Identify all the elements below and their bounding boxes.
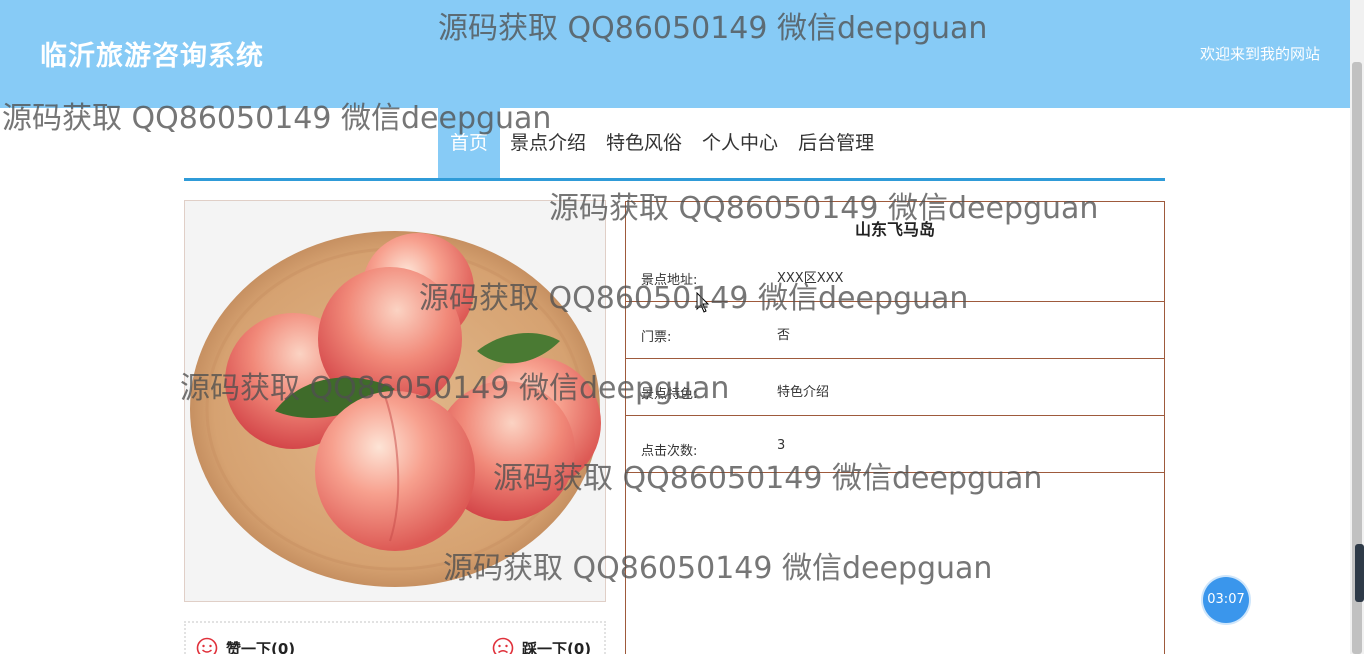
row-value: 3 (777, 438, 786, 453)
peach-plate-image (190, 231, 601, 587)
dislike-label: 踩一下(0) (522, 639, 592, 654)
row-value: XXX区XXX (777, 271, 844, 286)
like-label: 赞一下(0) (226, 639, 296, 654)
mouse-cursor-icon (696, 292, 710, 313)
welcome-text: 欢迎来到我的网站 (1199, 45, 1320, 63)
vote-panel: 赞一下(0) 踩一下(0) (184, 621, 606, 654)
row-label: 点击次数: (641, 444, 698, 459)
like-button[interactable]: 赞一下(0) (196, 637, 295, 654)
row-label: 门票: (641, 330, 672, 345)
row-value: 否 (777, 328, 791, 343)
timer-badge[interactable]: 03:07 (1203, 577, 1249, 623)
info-row-feature: 景点特色: 特色介绍 (625, 359, 1165, 416)
attraction-image (184, 200, 606, 602)
site-title[interactable]: 临沂旅游咨询系统 (40, 34, 264, 73)
row-label: 景点地址: (641, 273, 698, 288)
frown-icon (492, 637, 514, 654)
smile-icon (196, 637, 218, 654)
site-header: 临沂旅游咨询系统 欢迎来到我的网站 (0, 0, 1350, 108)
attraction-title: 山东飞马岛 (854, 220, 935, 239)
side-widget-edge[interactable] (1355, 544, 1364, 602)
nav-item-profile[interactable]: 个人中心 (692, 108, 788, 178)
nav-item-admin[interactable]: 后台管理 (788, 108, 884, 178)
nav-item-attractions[interactable]: 景点介绍 (500, 108, 596, 178)
nav-item-customs[interactable]: 特色风俗 (596, 108, 692, 178)
row-value: 特色介绍 (777, 385, 830, 400)
attraction-info-table: 山东飞马岛 景点地址: XXX区XXX 门票: 否 景点特色: 特色介绍 点击次… (625, 201, 1165, 654)
info-row-clicks: 点击次数: 3 (625, 416, 1165, 473)
dislike-button[interactable]: 踩一下(0) (492, 637, 591, 654)
main-nav: 首页 景点介绍 特色风俗 个人中心 后台管理 (184, 108, 1165, 181)
nav-item-home[interactable]: 首页 (438, 108, 501, 178)
page: 临沂旅游咨询系统 欢迎来到我的网站 首页 景点介绍 特色风俗 个人中心 后台管理 (0, 0, 1364, 654)
row-label: 景点特色: (641, 387, 698, 402)
